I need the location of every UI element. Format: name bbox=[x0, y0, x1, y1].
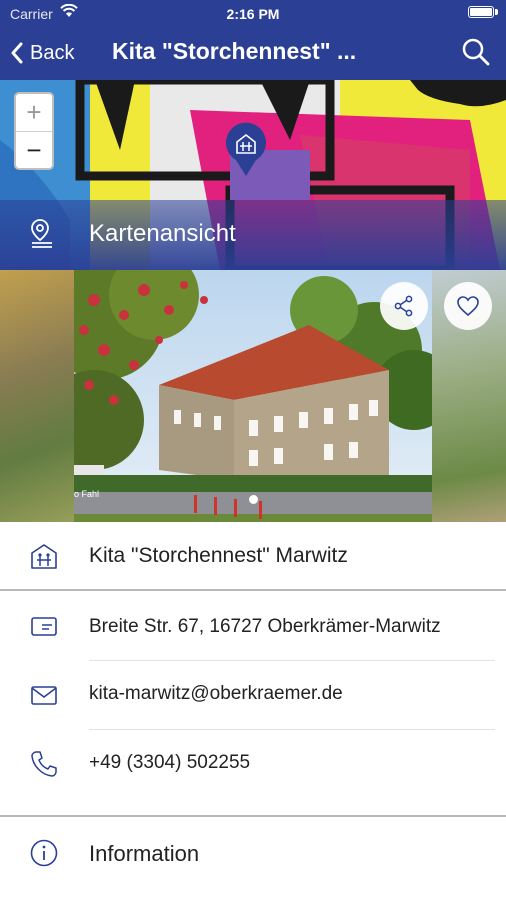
page-title: Kita "Storchennest" ... bbox=[112, 38, 357, 64]
zoom-in-button[interactable]: + bbox=[16, 94, 52, 131]
kita-title-row: Kita "Storchennest" Marwitz bbox=[0, 522, 506, 590]
status-time: 2:16 PM bbox=[226, 6, 280, 22]
location-pin-icon bbox=[31, 219, 52, 248]
battery-icon bbox=[468, 6, 494, 18]
zoom-control: + − bbox=[14, 92, 54, 170]
gallery-page-indicator bbox=[249, 495, 258, 504]
kita-building-photo bbox=[74, 270, 432, 522]
address-row[interactable]: Breite Str. 67, 16727 Oberkrämer-Marwitz bbox=[0, 592, 506, 660]
section-divider bbox=[0, 589, 506, 591]
map-view[interactable]: + − Kartenansicht bbox=[0, 80, 506, 270]
share-icon bbox=[394, 295, 413, 317]
phone-icon bbox=[31, 751, 57, 777]
map-view-label: Kartenansicht bbox=[89, 220, 236, 247]
map-marker-icon[interactable] bbox=[222, 120, 270, 178]
mail-icon bbox=[31, 686, 57, 705]
photo-credit: o Fahl bbox=[74, 489, 100, 499]
zoom-out-button[interactable]: − bbox=[16, 131, 52, 168]
battery-tip bbox=[495, 9, 498, 15]
phone-link: +49 (3304) 502255 bbox=[89, 752, 251, 773]
favorite-button[interactable] bbox=[444, 282, 492, 330]
status-bar: Carrier 2:16 PM bbox=[0, 0, 506, 28]
information-label: Information bbox=[89, 841, 200, 866]
email-row[interactable]: kita-marwitz@oberkraemer.de bbox=[0, 661, 506, 729]
information-row[interactable]: Information bbox=[0, 818, 506, 888]
navigation-bar: Back Kita "Storchennest" ... bbox=[0, 28, 506, 80]
back-button[interactable]: Back bbox=[10, 38, 74, 68]
address-card-icon bbox=[31, 617, 57, 636]
phone-row[interactable]: +49 (3304) 502255 bbox=[0, 730, 506, 798]
image-gallery[interactable]: o Fahl bbox=[0, 270, 506, 522]
map-view-button[interactable]: Kartenansicht bbox=[0, 200, 506, 270]
chevron-left-icon bbox=[11, 42, 23, 64]
info-icon bbox=[30, 839, 58, 867]
top-bar: Carrier 2:16 PM Back Kita "Storchennest"… bbox=[0, 0, 506, 80]
email-link: kita-marwitz@oberkraemer.de bbox=[89, 683, 343, 704]
kita-title: Kita "Storchennest" Marwitz bbox=[89, 544, 348, 567]
section-divider bbox=[0, 815, 506, 817]
previous-image-preview bbox=[0, 270, 74, 522]
address-text: Breite Str. 67, 16727 Oberkrämer-Marwitz bbox=[89, 616, 441, 637]
heart-icon bbox=[457, 296, 479, 317]
kita-building-icon bbox=[31, 544, 57, 569]
share-button[interactable] bbox=[380, 282, 428, 330]
search-icon[interactable] bbox=[460, 36, 492, 68]
back-label: Back bbox=[30, 41, 75, 64]
